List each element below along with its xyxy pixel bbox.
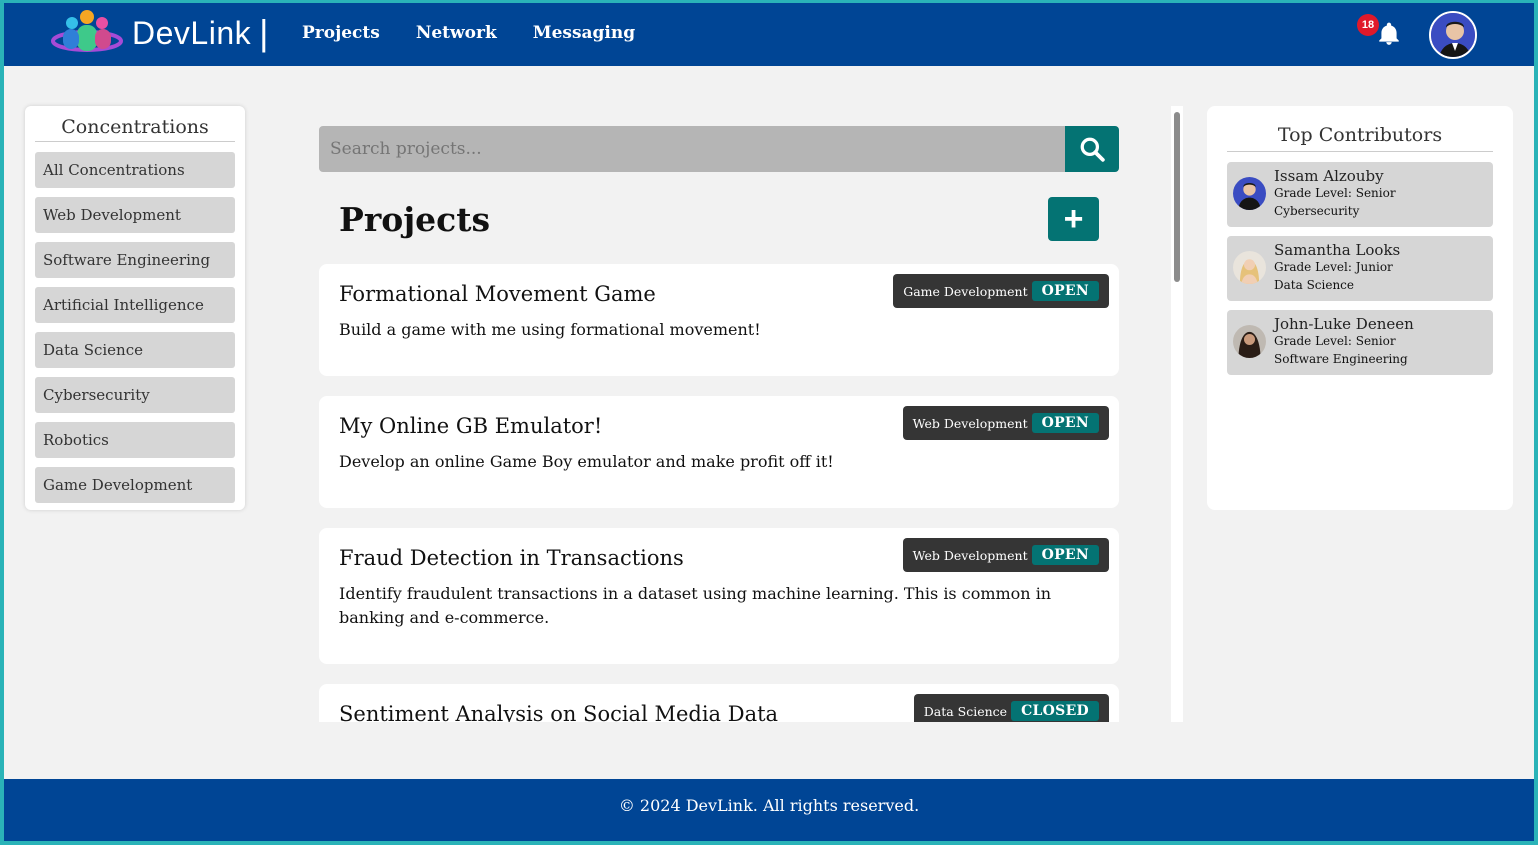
project-title[interactable]: Formational Movement Game (339, 282, 656, 306)
concentration-artificial-intelligence[interactable]: Artificial Intelligence (35, 287, 235, 323)
contributor-concentration: Data Science (1274, 278, 1354, 292)
page-footer: © 2024 DevLink. All rights reserved. (4, 779, 1534, 841)
search-input[interactable] (319, 126, 1065, 172)
project-tag: Web Development OPEN (902, 406, 1109, 440)
project-card[interactable]: My Online GB Emulator! Develop an online… (319, 396, 1119, 508)
projects-main: Projects + Formational Movement Game Bui… (319, 106, 1119, 722)
contributor-concentration: Cybersecurity (1274, 204, 1360, 218)
concentration-software-engineering[interactable]: Software Engineering (35, 242, 235, 278)
add-project-button[interactable]: + (1048, 197, 1099, 241)
nav-messaging[interactable]: Messaging (533, 23, 635, 43)
contributor-avatar[interactable] (1233, 251, 1266, 284)
contributor-grade: Grade Level: Senior (1274, 334, 1396, 348)
project-card[interactable]: Fraud Detection in Transactions Identify… (319, 528, 1119, 664)
contributor-avatar[interactable] (1233, 177, 1266, 210)
bell-icon (1379, 22, 1399, 45)
notifications-button[interactable] (1376, 21, 1402, 47)
project-category: Web Development (912, 547, 1028, 563)
status-badge: OPEN (1031, 545, 1099, 565)
status-badge: OPEN (1031, 281, 1099, 301)
brand-name: DevLink (132, 14, 252, 51)
project-title[interactable]: My Online GB Emulator! (339, 414, 602, 438)
top-contributors-panel: Top Contributors Issam Alzouby Grade Lev… (1207, 106, 1513, 510)
app-frame: DevLink | Projects Network Messaging 18 (4, 3, 1534, 841)
concentration-web-development[interactable]: Web Development (35, 197, 235, 233)
concentrations-panel: Concentrations All Concentrations Web De… (25, 106, 245, 510)
contributor-name: Samantha Looks (1274, 241, 1401, 259)
project-description: Build a game with me using formational m… (339, 320, 761, 339)
concentrations-title: Concentrations (35, 106, 235, 142)
concentrations-list: All Concentrations Web Development Softw… (25, 142, 245, 503)
contributor-card[interactable]: Samantha Looks Grade Level: Junior Data … (1227, 236, 1493, 301)
project-card[interactable]: Formational Movement Game Build a game w… (319, 264, 1119, 376)
logo[interactable]: DevLink | (50, 7, 268, 59)
contributor-card[interactable]: John-Luke Deneen Grade Level: Senior Sof… (1227, 310, 1493, 375)
projects-scrollbar[interactable] (1171, 106, 1183, 722)
project-category: Web Development (912, 415, 1028, 431)
project-description: Develop an online Game Boy emulator and … (339, 452, 834, 471)
contributors-list: Issam Alzouby Grade Level: Senior Cybers… (1207, 152, 1513, 375)
nav-projects[interactable]: Projects (302, 23, 380, 43)
contributor-name: Issam Alzouby (1274, 167, 1384, 185)
project-category: Game Development (903, 283, 1028, 299)
project-tag: Web Development OPEN (902, 538, 1109, 572)
user-avatar[interactable] (1429, 11, 1477, 59)
top-navbar: DevLink | Projects Network Messaging 18 (4, 3, 1534, 66)
contributor-grade: Grade Level: Senior (1274, 186, 1396, 200)
concentration-robotics[interactable]: Robotics (35, 422, 235, 458)
devlink-logo-icon (50, 7, 124, 59)
top-contributors-title: Top Contributors (1227, 106, 1493, 152)
search-button[interactable] (1065, 126, 1119, 172)
project-card[interactable]: Sentiment Analysis on Social Media Data … (319, 684, 1119, 722)
concentration-cybersecurity[interactable]: Cybersecurity (35, 377, 235, 413)
contributor-avatar[interactable] (1233, 325, 1266, 358)
concentration-data-science[interactable]: Data Science (35, 332, 235, 368)
main-nav: Projects Network Messaging (302, 23, 635, 43)
project-title[interactable]: Sentiment Analysis on Social Media Data (339, 702, 778, 722)
search-icon (1080, 137, 1105, 162)
contributor-name: John-Luke Deneen (1274, 315, 1414, 333)
nav-network[interactable]: Network (416, 23, 497, 43)
copyright-text: © 2024 DevLink. All rights reserved. (618, 795, 920, 815)
project-description: Identify fraudulent transactions in a da… (339, 584, 1052, 627)
notification-count-badge: 18 (1357, 14, 1379, 36)
contributor-card[interactable]: Issam Alzouby Grade Level: Senior Cybers… (1227, 162, 1493, 227)
project-category: Data Science (923, 703, 1008, 719)
scrollbar-thumb[interactable] (1174, 112, 1180, 282)
concentration-all[interactable]: All Concentrations (35, 152, 235, 188)
page-title: Projects (339, 200, 491, 239)
concentration-game-development[interactable]: Game Development (35, 467, 235, 503)
status-badge: CLOSED (1011, 701, 1099, 721)
project-tag: Data Science CLOSED (913, 694, 1109, 722)
contributor-grade: Grade Level: Junior (1274, 260, 1393, 274)
contributor-concentration: Software Engineering (1274, 352, 1408, 366)
status-badge: OPEN (1031, 413, 1099, 433)
search-bar (319, 126, 1119, 172)
brand-separator: | (259, 12, 269, 53)
project-title[interactable]: Fraud Detection in Transactions (339, 546, 684, 570)
project-tag: Game Development OPEN (893, 274, 1109, 308)
